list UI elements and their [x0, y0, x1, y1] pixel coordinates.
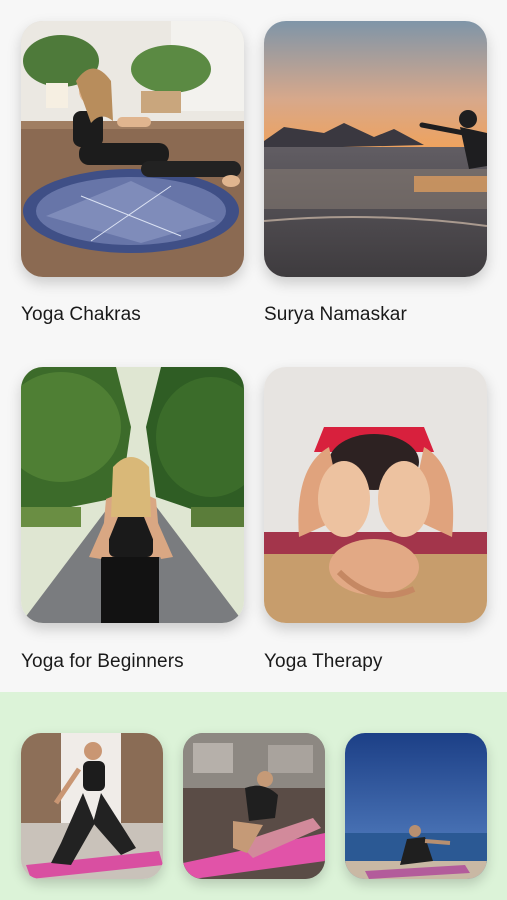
card-yoga-chakras-image[interactable] — [21, 21, 244, 277]
featured-item-2[interactable] — [183, 733, 325, 879]
featured-item-3[interactable] — [345, 733, 487, 879]
card-title[interactable]: Yoga Therapy — [264, 651, 382, 673]
card-yoga-for-beginners-image[interactable] — [21, 367, 244, 623]
yoga-seaside-photo-icon — [345, 733, 487, 879]
yoga-mat-twist-photo-icon — [183, 733, 325, 879]
yoga-stretch-photo-icon — [21, 733, 163, 879]
featured-item-1[interactable] — [21, 733, 163, 879]
card-title[interactable]: Surya Namaskar — [264, 304, 407, 326]
card-title[interactable]: Yoga for Beginners — [21, 651, 184, 673]
card-surya-namaskar-image[interactable] — [264, 21, 487, 277]
category-grid: Yoga Chakras Surya Namaskar Yoga for Beg… — [0, 0, 507, 692]
card-title[interactable]: Yoga Chakras — [21, 304, 141, 326]
card-yoga-therapy-image[interactable] — [264, 367, 487, 623]
